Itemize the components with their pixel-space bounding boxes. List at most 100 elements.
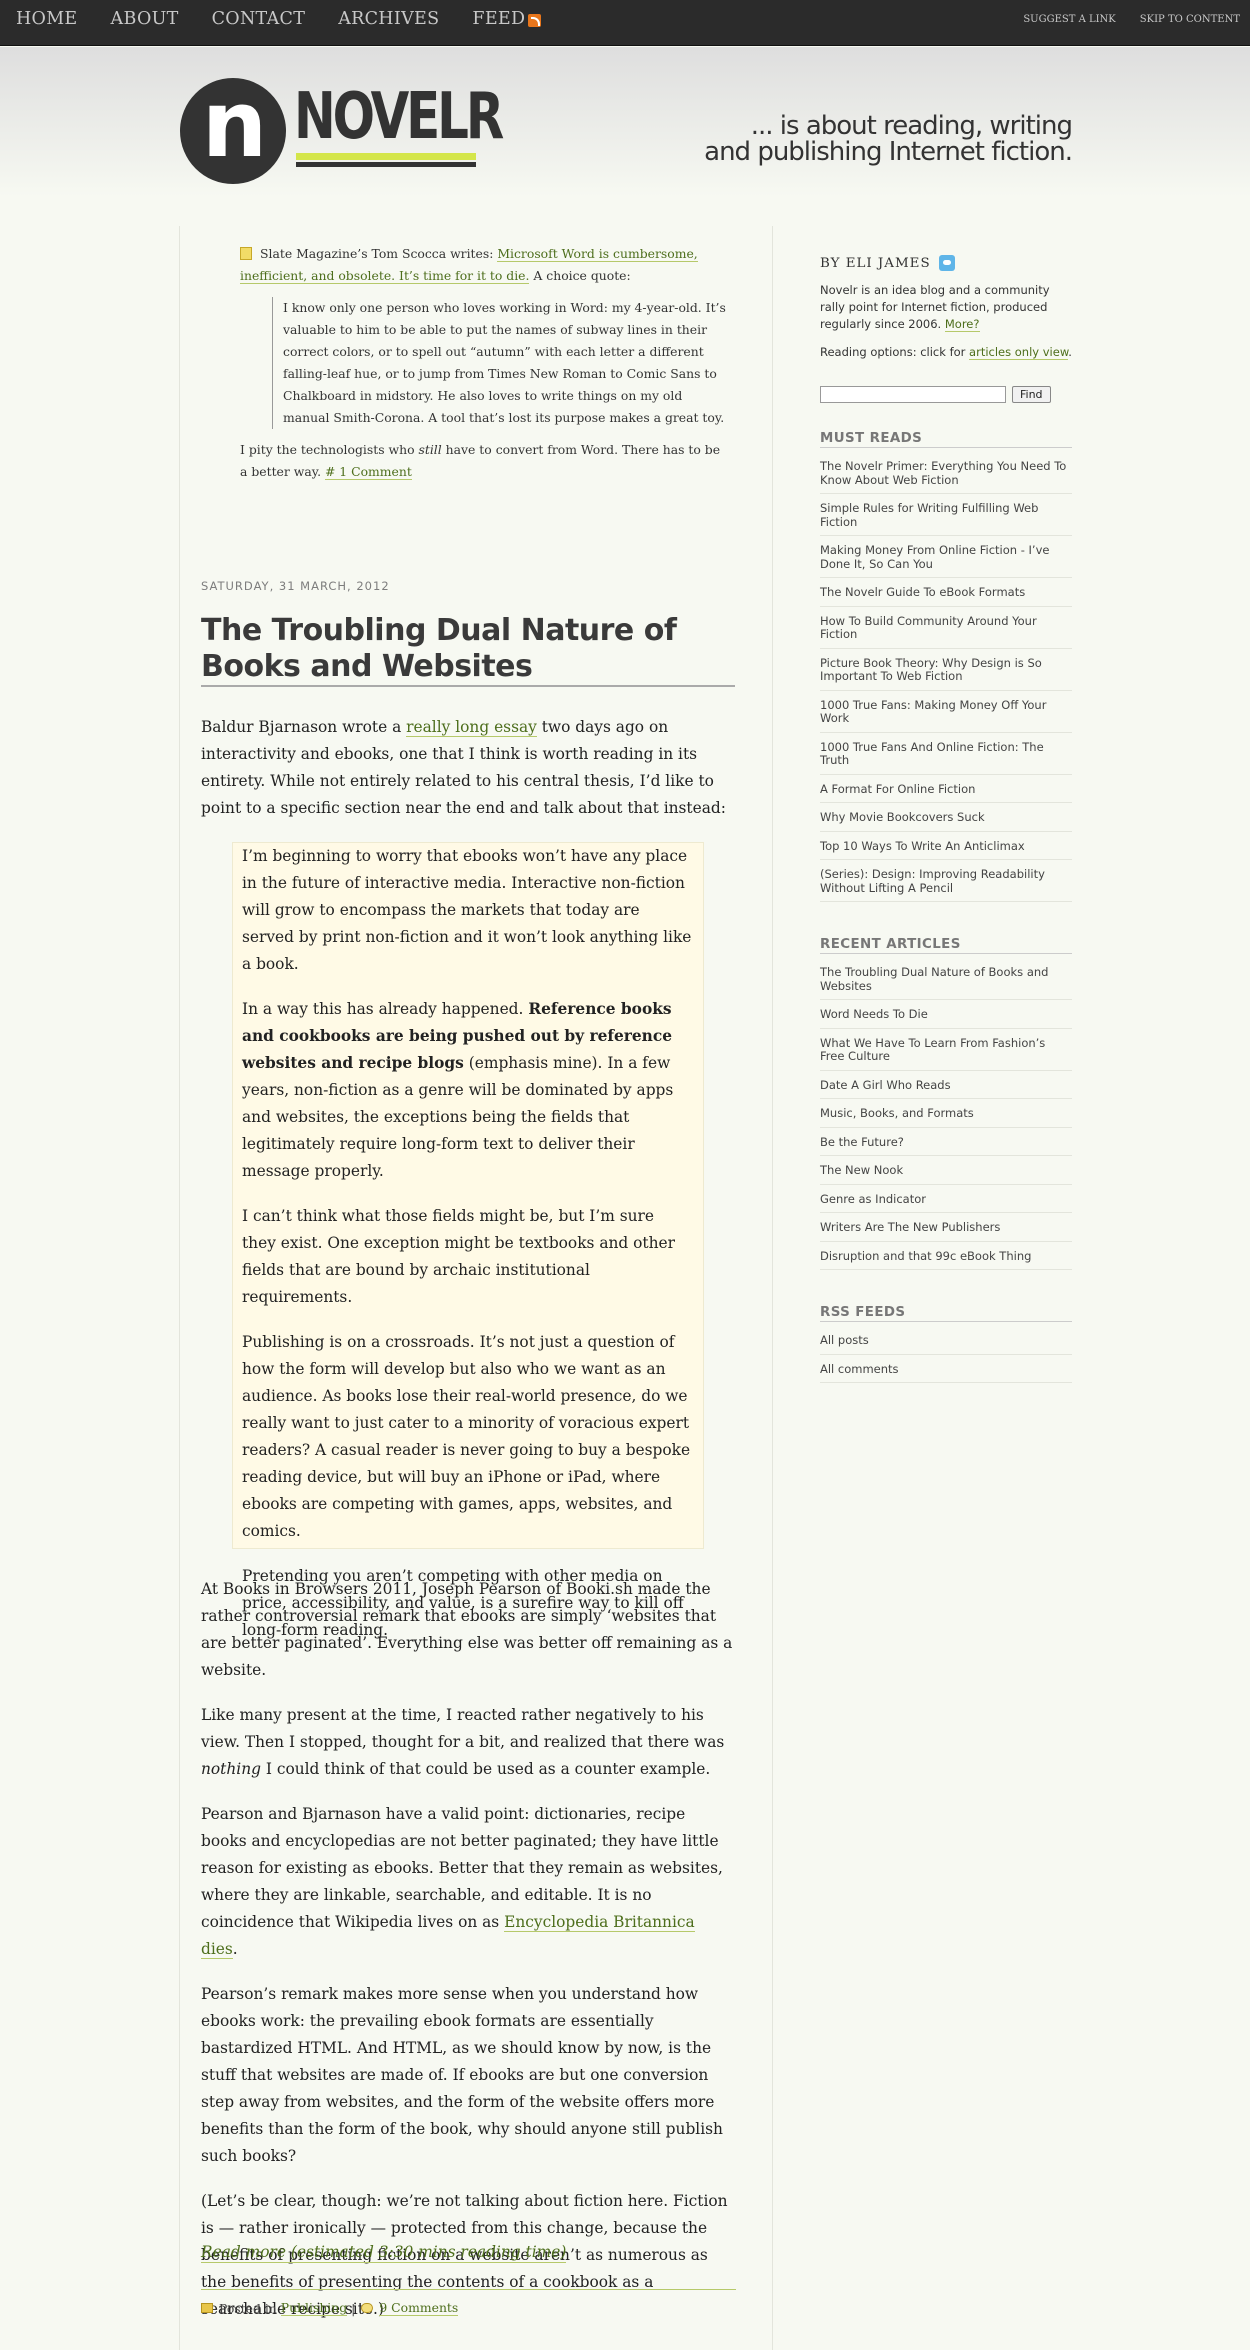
recent-article-item[interactable]: The Troubling Dual Nature of Books and W… xyxy=(820,963,1072,1000)
aside-comment-link[interactable]: # 1 Comment xyxy=(324,464,412,480)
aside-lead: Slate Magazine’s Tom Scocca writes: Micr… xyxy=(240,243,730,287)
site-header: n NOVELR ... is about reading, writing a… xyxy=(0,47,1250,197)
must-read-item[interactable]: 1000 True Fans And Online Fiction: The T… xyxy=(820,738,1072,775)
must-read-item[interactable]: Making Money From Online Fiction - I’ve … xyxy=(820,541,1072,578)
rss-feeds-heading: RSS Feeds xyxy=(820,1305,1072,1322)
category-link[interactable]: Publishing xyxy=(280,2300,348,2316)
body-em: nothing xyxy=(201,1760,261,1778)
folder-icon xyxy=(201,2303,213,2313)
reading-options-after: . xyxy=(1068,345,1072,359)
aside-closing-em: still xyxy=(418,442,442,457)
author-name: By Eli James xyxy=(820,255,931,271)
rss-all-posts[interactable]: All posts xyxy=(820,1331,1072,1355)
must-read-item[interactable]: Simple Rules for Writing Fulfilling Web … xyxy=(820,499,1072,536)
nav-feed-label[interactable]: Feed xyxy=(472,9,525,29)
post-meta-divider xyxy=(201,2289,736,2290)
aside-post: Slate Magazine’s Tom Scocca writes: Micr… xyxy=(240,243,730,483)
must-read-item[interactable]: (Series): Design: Improving Readability … xyxy=(820,865,1072,902)
nav-contact[interactable]: Contact xyxy=(212,9,306,29)
aside-closing: I pity the technologists who still have … xyxy=(240,439,730,483)
aside-quote: I know only one person who loves working… xyxy=(272,297,730,429)
recent-article-item[interactable]: Writers Are The New Publishers xyxy=(820,1218,1072,1242)
quote-paragraph: Publishing is on a crossroads. It’s not … xyxy=(242,1333,691,1540)
nav-archives[interactable]: Archives xyxy=(338,9,439,29)
articles-only-link[interactable]: articles only view xyxy=(969,345,1069,360)
meta-separator: | xyxy=(351,2300,356,2316)
quote-text-after: (emphasis mine). In a few years, non-fic… xyxy=(242,1054,674,1180)
rss-icon[interactable] xyxy=(528,13,542,27)
nav-feed[interactable]: Feed xyxy=(472,9,542,29)
search-form: Find xyxy=(820,386,1072,403)
top-nav: Home About Contact Archives Feed xyxy=(16,9,574,29)
recent-article-item[interactable]: Genre as Indicator xyxy=(820,1190,1072,1213)
find-button[interactable]: Find xyxy=(1012,386,1051,403)
post-blockquote: I’m beginning to worry that ebooks won’t… xyxy=(232,842,704,1639)
recent-article-item[interactable]: Word Needs To Die xyxy=(820,1005,1072,1029)
post-title[interactable]: The Troubling Dual Nature of Books and W… xyxy=(201,613,735,687)
quote-text: In a way this has already happened. xyxy=(242,1000,529,1018)
recent-article-item[interactable]: Disruption and that 99c eBook Thing xyxy=(820,1247,1072,1270)
comments-link[interactable]: 9 Comments xyxy=(379,2300,459,2316)
suggest-link[interactable]: Suggest a Link xyxy=(1023,14,1115,25)
aside-lead-after: A choice quote: xyxy=(529,268,631,283)
skip-to-content-link[interactable]: Skip to Content xyxy=(1140,14,1240,25)
recent-article-item[interactable]: What We Have To Learn From Fashion’s Fre… xyxy=(820,1034,1072,1071)
more-link[interactable]: More? xyxy=(944,317,980,332)
body-text-after: . xyxy=(232,1940,238,1958)
body-paragraph: At Books in Browsers 2011, Joseph Pearso… xyxy=(201,1580,733,1679)
sidebar: By Eli James Novelr is an idea blog and … xyxy=(820,255,1072,1388)
must-reads-heading: Must Reads xyxy=(820,431,1072,448)
must-read-item[interactable]: 1000 True Fans: Making Money Off Your Wo… xyxy=(820,696,1072,733)
body-paragraph: Pearson’s remark makes more sense when y… xyxy=(201,1985,723,2165)
rss-all-comments[interactable]: All comments xyxy=(820,1360,1072,1383)
body-text-after: I could think of that could be used as a… xyxy=(260,1760,711,1778)
must-read-item[interactable]: A Format For Online Fiction xyxy=(820,780,1072,803)
read-more-link[interactable]: Read more (estimated 3:30 mins reading t… xyxy=(201,2242,567,2263)
nav-home[interactable]: Home xyxy=(16,9,78,29)
search-input[interactable] xyxy=(820,386,1006,403)
must-read-item[interactable]: How To Build Community Around Your Ficti… xyxy=(820,612,1072,649)
reading-options: Reading options: click for articles only… xyxy=(820,344,1072,361)
note-icon xyxy=(240,247,252,260)
posted-in-label: Posted in xyxy=(219,2300,277,2316)
logo-underline-dark xyxy=(296,162,476,167)
recent-article-item[interactable]: Be the Future? xyxy=(820,1133,1072,1156)
rss-feeds-list: All posts All comments xyxy=(820,1331,1072,1383)
twitter-icon[interactable] xyxy=(938,255,955,271)
nav-about[interactable]: About xyxy=(111,9,179,29)
reading-options-text: Reading options: click for xyxy=(820,345,970,359)
must-read-item[interactable]: The Novelr Primer: Everything You Need T… xyxy=(820,457,1072,494)
post-intro: Baldur Bjarnason wrote a really long ess… xyxy=(201,714,735,822)
logo-letter: n xyxy=(201,71,267,178)
aside-lead-text: Slate Magazine’s Tom Scocca writes: xyxy=(260,246,498,261)
recent-articles-heading: Recent Articles xyxy=(820,937,1072,954)
must-read-item[interactable]: The Novelr Guide To eBook Formats xyxy=(820,583,1072,607)
essay-link[interactable]: really long essay xyxy=(406,718,537,737)
must-read-item[interactable]: Top 10 Ways To Write An Anticlimax xyxy=(820,837,1072,860)
recent-article-item[interactable]: The New Nook xyxy=(820,1161,1072,1185)
about-text-body: Novelr is an idea blog and a community r… xyxy=(820,283,1050,331)
recent-article-item[interactable]: Date A Girl Who Reads xyxy=(820,1076,1072,1099)
post-body: At Books in Browsers 2011, Joseph Pearso… xyxy=(201,1576,735,2341)
post-date: Saturday, 31 March, 2012 xyxy=(201,579,390,593)
body-text: Like many present at the time, I reacted… xyxy=(201,1706,725,1751)
must-read-item[interactable]: Why Movie Bookcovers Suck xyxy=(820,808,1072,832)
site-tagline: ... is about reading, writing and publis… xyxy=(704,111,1073,167)
must-read-item[interactable]: Picture Book Theory: Why Design is So Im… xyxy=(820,654,1072,691)
body-paragraph: Like many present at the time, I reacted… xyxy=(201,1702,735,1783)
top-navigation-bar: Home About Contact Archives Feed Suggest… xyxy=(0,0,1250,46)
aside-quote-text: I know only one person who loves working… xyxy=(283,300,726,425)
logo-underline-yellow xyxy=(296,153,476,160)
author-heading: By Eli James xyxy=(820,255,1072,271)
quote-paragraph: I can’t think what those fields might be… xyxy=(242,1207,675,1306)
post-meta: Posted in Publishing | 9 Comments xyxy=(201,2300,459,2316)
intro-text: Baldur Bjarnason wrote a xyxy=(201,718,407,736)
top-right-links: Suggest a Link Skip to Content xyxy=(1023,14,1240,25)
logo-wordmark[interactable]: NOVELR xyxy=(294,85,504,149)
comment-icon xyxy=(361,2303,374,2313)
recent-article-item[interactable]: Music, Books, and Formats xyxy=(820,1104,1072,1128)
must-reads-list: The Novelr Primer: Everything You Need T… xyxy=(820,457,1072,902)
logo-mark[interactable]: n xyxy=(180,78,286,184)
about-text: Novelr is an idea blog and a community r… xyxy=(820,282,1072,333)
quote-paragraph: In a way this has already happened. Refe… xyxy=(242,996,692,1185)
